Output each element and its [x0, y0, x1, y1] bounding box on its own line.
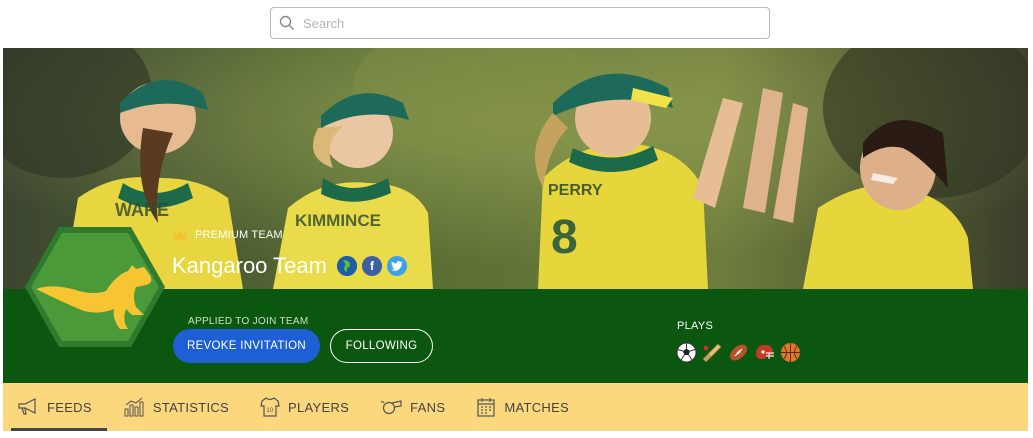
facebook-icon[interactable]: f: [361, 256, 382, 276]
bar-chart-icon: [124, 397, 144, 417]
rugby-ball-icon: [728, 342, 749, 363]
tab-fans[interactable]: FANS: [374, 383, 460, 431]
svg-text:WARE: WARE: [115, 200, 169, 220]
football-helmet-icon: [754, 342, 775, 363]
globe-icon[interactable]: [336, 256, 357, 276]
social-links: f: [336, 256, 407, 276]
jersey-icon: 10: [260, 397, 280, 417]
tab-feeds[interactable]: FEEDS: [11, 383, 107, 431]
search-icon: [279, 15, 294, 30]
svg-text:KIMMINCE: KIMMINCE: [295, 211, 381, 230]
plays-sports-list: [676, 342, 801, 363]
basketball-icon: [780, 342, 801, 363]
whistle-icon: [380, 400, 402, 415]
tab-statistics[interactable]: STATISTICS: [117, 383, 244, 431]
tab-feeds-label: FEEDS: [47, 399, 92, 415]
revoke-invitation-button[interactable]: REVOKE INVITATION: [173, 329, 320, 363]
team-logo: [24, 225, 166, 349]
search-bar[interactable]: [270, 7, 770, 39]
megaphone-icon: [18, 398, 36, 415]
tab-players-label: PLAYERS: [288, 399, 350, 415]
tab-players[interactable]: 10 PLAYERS: [254, 383, 364, 431]
search-input[interactable]: [303, 15, 743, 31]
svg-text:PERRY: PERRY: [548, 182, 603, 199]
team-header: Kangaroo Team f: [172, 253, 407, 279]
twitter-icon[interactable]: [386, 256, 407, 276]
premium-badge: PREMIUM TEAM: [172, 229, 283, 241]
tab-statistics-label: STATISTICS: [152, 399, 230, 415]
following-button[interactable]: FOLLOWING: [330, 329, 433, 363]
cricket-bat-icon: [702, 342, 723, 363]
crown-icon: [173, 230, 187, 240]
calendar-icon: [477, 398, 495, 417]
membership-status: APPLIED TO JOIN TEAM: [188, 316, 309, 327]
premium-badge-label: PREMIUM TEAM: [195, 229, 283, 241]
tab-fans-label: FANS: [410, 399, 446, 415]
svg-text:8: 8: [551, 211, 578, 264]
soccer-ball-icon: [676, 342, 697, 363]
team-name: Kangaroo Team: [172, 253, 327, 278]
svg-text:10: 10: [266, 408, 274, 414]
tab-matches[interactable]: MATCHES: [470, 383, 584, 431]
tab-matches-label: MATCHES: [504, 399, 570, 415]
plays-label: PLAYS: [677, 320, 714, 332]
team-tabs: FEEDS STATISTICS 10 PLAYERS FANS MATCHES: [3, 383, 1028, 431]
